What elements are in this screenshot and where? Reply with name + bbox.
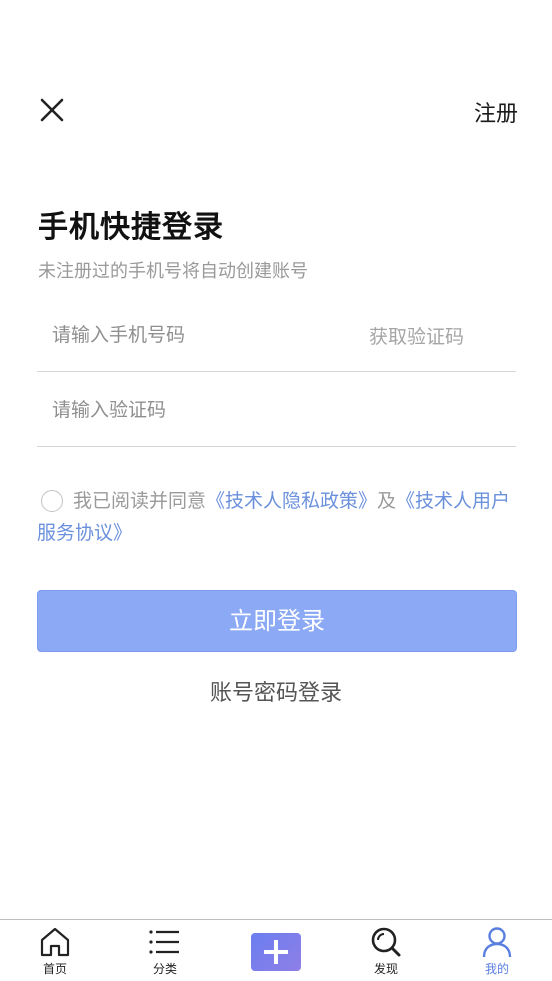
tab-mine-label: 我的 xyxy=(484,962,509,976)
search-icon xyxy=(371,927,401,957)
agreement-prefix: 我已阅读并同意 xyxy=(73,490,207,512)
phone-field: 获取验证码 xyxy=(37,298,516,372)
page-subtitle: 未注册过的手机号将自动创建账号 xyxy=(38,261,308,282)
code-field xyxy=(37,373,516,447)
register-link[interactable]: 注册 xyxy=(474,96,518,128)
user-icon xyxy=(482,927,512,958)
tab-discover[interactable]: 发现 xyxy=(331,920,441,981)
list-icon xyxy=(149,930,179,954)
tab-home-label: 首页 xyxy=(42,962,67,976)
tab-home[interactable]: 首页 xyxy=(0,920,110,981)
agreement-conjunction: 及 xyxy=(377,490,397,512)
add-button xyxy=(251,933,301,971)
phone-input[interactable] xyxy=(52,320,352,350)
agreement: 我已阅读并同意《技术人隐私政策》及《技术人用户服务协议》 xyxy=(37,485,517,549)
tab-bar: 首页 分类 发现 我的 xyxy=(0,919,552,981)
privacy-policy-link[interactable]: 《技术人隐私政策》 xyxy=(206,490,377,512)
tab-add[interactable] xyxy=(221,920,331,981)
agreement-radio[interactable] xyxy=(41,490,63,512)
tab-category[interactable]: 分类 xyxy=(110,920,220,981)
tab-mine[interactable]: 我的 xyxy=(442,920,552,981)
page-title: 手机快捷登录 xyxy=(38,210,224,245)
plus-icon xyxy=(264,940,288,964)
get-code-button[interactable]: 获取验证码 xyxy=(369,322,464,349)
close-icon xyxy=(40,98,64,122)
code-input[interactable] xyxy=(52,395,352,425)
close-button[interactable] xyxy=(34,92,70,128)
password-login-link[interactable]: 账号密码登录 xyxy=(0,675,552,707)
login-button[interactable]: 立即登录 xyxy=(37,590,517,652)
tab-discover-label: 发现 xyxy=(373,962,398,976)
home-icon xyxy=(40,927,70,957)
tab-category-label: 分类 xyxy=(152,962,177,976)
